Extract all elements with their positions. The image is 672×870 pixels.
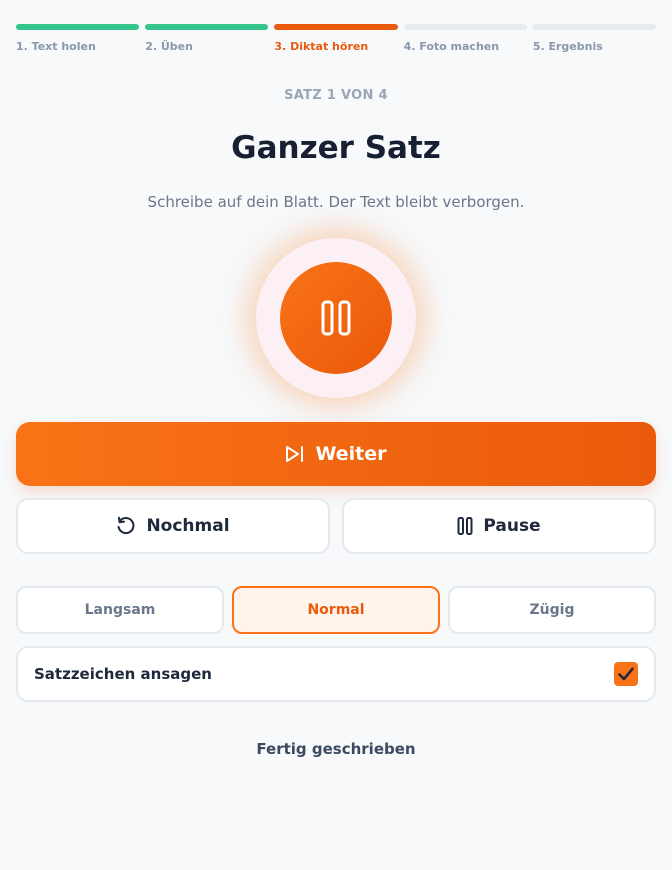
pause-icon <box>321 300 351 336</box>
step-text-holen: 1. Text holen <box>16 24 140 53</box>
progress-stepper: 1. Text holen 2. Üben 3. Diktat hören 4.… <box>16 24 657 53</box>
step-ueben: 2. Üben <box>145 24 269 53</box>
replay-button-label: Nochmal <box>146 516 230 536</box>
speed-option-zuegig[interactable]: Zügig <box>448 586 656 634</box>
step-ergebnis: 5. Ergebnis <box>532 24 657 53</box>
pause-button-label: Pause <box>483 516 541 536</box>
speed-option-langsam[interactable]: Langsam <box>16 586 224 634</box>
step-label: 1. Text holen <box>16 40 96 53</box>
player-halo <box>256 238 416 398</box>
step-diktat-hoeren: 3. Diktat hören <box>274 24 398 53</box>
speed-option-normal[interactable]: Normal <box>232 586 440 634</box>
step-label: 4. Foto machen <box>403 40 500 53</box>
play-pause-button[interactable] <box>280 262 392 374</box>
pause-button[interactable]: Pause <box>342 498 656 554</box>
replay-button[interactable]: Nochmal <box>16 498 330 554</box>
sentence-counter: SATZ 1 VON 4 <box>284 88 388 103</box>
replay-icon <box>118 516 135 534</box>
punctuation-checkbox[interactable] <box>614 662 638 686</box>
step-bar <box>274 24 398 30</box>
pause-icon <box>457 517 473 535</box>
finish-writing-button[interactable]: Fertig geschrieben <box>0 740 672 758</box>
punctuation-toggle[interactable]: Satzzeichen ansagen <box>16 646 656 702</box>
step-label: 3. Diktat hören <box>274 40 369 53</box>
step-label: 2. Üben <box>145 40 193 53</box>
checkmark-icon <box>618 667 634 681</box>
next-button-label: Weiter <box>315 443 387 465</box>
step-label: 5. Ergebnis <box>532 40 603 53</box>
step-bar <box>145 24 269 30</box>
step-bar <box>16 24 140 30</box>
step-foto-machen: 4. Foto machen <box>403 24 527 53</box>
next-button[interactable]: Weiter <box>16 422 656 486</box>
step-bar <box>532 24 657 30</box>
page-title: Ganzer Satz <box>231 130 441 166</box>
skip-forward-icon <box>286 446 304 462</box>
instruction-text: Schreibe auf dein Blatt. Der Text bleibt… <box>147 193 525 211</box>
punctuation-label: Satzzeichen ansagen <box>34 665 212 683</box>
step-bar <box>403 24 527 30</box>
